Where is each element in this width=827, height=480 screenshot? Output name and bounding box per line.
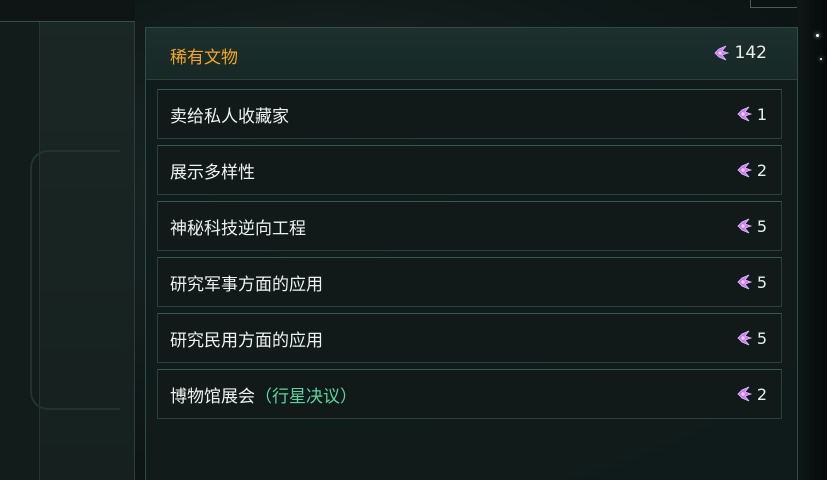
star-decoration bbox=[816, 34, 819, 37]
panel-header: 稀有文物 142 bbox=[146, 28, 797, 80]
option-museum-exhibition[interactable]: 博物馆展会（行星决议） 2 bbox=[157, 369, 782, 419]
option-label-text: 展示多样性 bbox=[170, 162, 255, 183]
background-right-edge bbox=[797, 0, 827, 480]
option-label: 博物馆展会（行星决议） bbox=[170, 382, 357, 407]
artifact-total-value: 142 bbox=[734, 43, 767, 63]
option-sell-to-collectors[interactable]: 卖给私人收藏家 1 bbox=[157, 89, 782, 139]
option-label: 展示多样性 bbox=[170, 158, 255, 183]
option-cost-value: 5 bbox=[756, 216, 767, 236]
background-frame-decoration bbox=[30, 150, 120, 410]
option-cost-value: 1 bbox=[756, 104, 767, 124]
option-label-text: 卖给私人收藏家 bbox=[170, 106, 289, 127]
option-cost: 2 bbox=[735, 385, 767, 404]
option-label-text: 博物馆展会 bbox=[170, 386, 255, 407]
option-cost: 5 bbox=[735, 217, 767, 236]
rare-artifacts-panel: 稀有文物 142 卖给私人收藏家 1 展示多样性 2 神秘科技逆向工程 5 研究… bbox=[145, 27, 798, 480]
panel-title: 稀有文物 bbox=[170, 48, 238, 68]
option-label: 神秘科技逆向工程 bbox=[170, 214, 306, 239]
minor-artifact-icon bbox=[735, 273, 755, 291]
option-reverse-engineer[interactable]: 神秘科技逆向工程 5 bbox=[157, 201, 782, 251]
option-research-military[interactable]: 研究军事方面的应用 5 bbox=[157, 257, 782, 307]
option-cost-value: 2 bbox=[756, 384, 767, 404]
minor-artifact-icon bbox=[735, 105, 755, 123]
minor-artifact-icon bbox=[735, 385, 755, 403]
option-research-civilian[interactable]: 研究民用方面的应用 5 bbox=[157, 313, 782, 363]
option-cost: 5 bbox=[735, 273, 767, 292]
minor-artifact-icon bbox=[735, 217, 755, 235]
option-cost-value: 5 bbox=[756, 328, 767, 348]
option-tag: （行星决议） bbox=[255, 386, 357, 407]
option-label-text: 研究军事方面的应用 bbox=[170, 274, 323, 295]
option-label: 卖给私人收藏家 bbox=[170, 102, 289, 127]
background-side-panel-header bbox=[0, 0, 135, 22]
star-decoration bbox=[820, 58, 822, 60]
option-label: 研究军事方面的应用 bbox=[170, 270, 323, 295]
minor-artifact-icon bbox=[735, 329, 755, 347]
option-label: 研究民用方面的应用 bbox=[170, 326, 323, 351]
option-cost: 1 bbox=[735, 105, 767, 124]
option-cost: 5 bbox=[735, 329, 767, 348]
option-display-diversity[interactable]: 展示多样性 2 bbox=[157, 145, 782, 195]
option-cost-value: 5 bbox=[756, 272, 767, 292]
option-cost-value: 2 bbox=[756, 160, 767, 180]
option-label-text: 神秘科技逆向工程 bbox=[170, 218, 306, 239]
background-top-tab bbox=[750, 0, 800, 8]
option-label-text: 研究民用方面的应用 bbox=[170, 330, 323, 351]
minor-artifact-icon bbox=[735, 161, 755, 179]
minor-artifact-icon bbox=[712, 44, 732, 62]
artifact-total: 142 bbox=[712, 43, 767, 63]
option-cost: 2 bbox=[735, 161, 767, 180]
